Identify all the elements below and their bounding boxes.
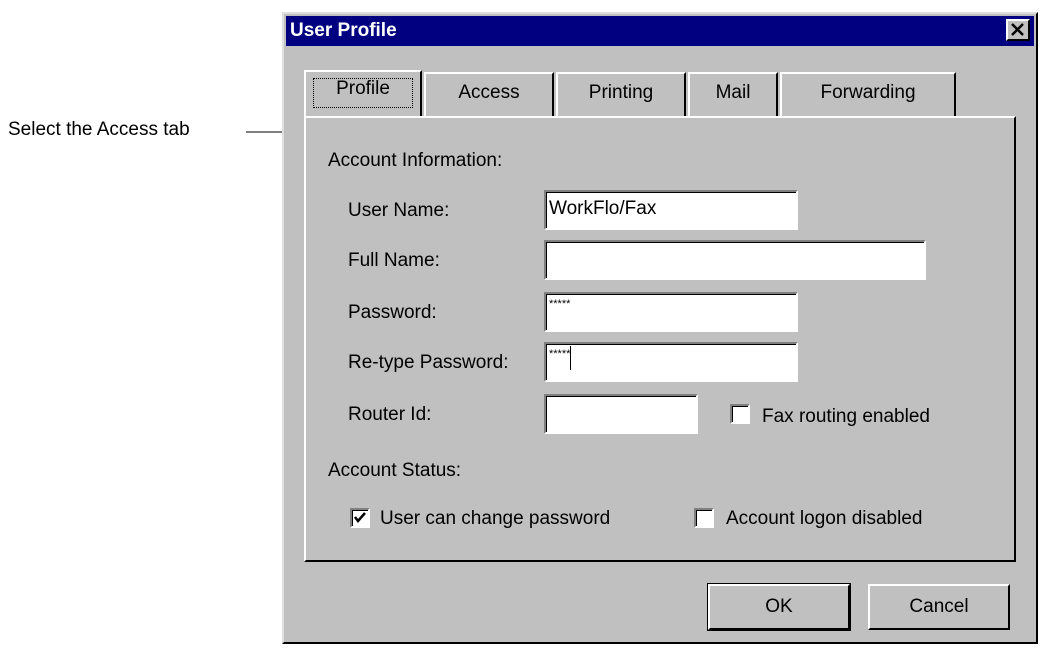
checkmark-icon	[354, 512, 366, 523]
user-profile-dialog: User Profile Profile Access Printing Mai…	[282, 12, 1038, 644]
account-logon-disabled-label: Account logon disabled	[726, 508, 923, 529]
title-bar: User Profile	[286, 16, 1034, 46]
user-name-label: User Name:	[348, 200, 450, 221]
cancel-button[interactable]: Cancel	[868, 584, 1010, 630]
profile-tab-panel: Account Information: User Name: WorkFlo/…	[304, 116, 1016, 562]
tab-printing[interactable]: Printing	[556, 72, 686, 116]
retype-password-mask: *****	[549, 348, 571, 360]
ok-button[interactable]: OK	[707, 583, 851, 631]
password-field[interactable]: *****	[544, 292, 798, 332]
account-logon-disabled-checkbox[interactable]	[694, 508, 714, 528]
user-can-change-password-label: User can change password	[380, 508, 611, 529]
account-information-heading: Account Information:	[328, 150, 503, 171]
tab-label: Profile	[336, 78, 390, 99]
retype-password-label: Re-type Password:	[348, 352, 509, 373]
fax-routing-checkbox[interactable]	[730, 404, 750, 424]
tab-forwarding[interactable]: Forwarding	[780, 72, 956, 116]
user-name-field[interactable]: WorkFlo/Fax	[544, 190, 798, 230]
tab-mail[interactable]: Mail	[688, 72, 778, 116]
tab-label: Forwarding	[820, 82, 916, 103]
fax-routing-label: Fax routing enabled	[762, 406, 930, 427]
user-can-change-password-checkbox[interactable]	[350, 508, 370, 528]
close-icon	[1011, 23, 1024, 36]
dialog-title: User Profile	[290, 20, 397, 41]
router-id-label: Router Id:	[348, 404, 432, 425]
tab-label: Mail	[715, 82, 751, 103]
close-button[interactable]	[1006, 19, 1030, 41]
full-name-field[interactable]	[544, 240, 926, 280]
tab-label: Printing	[588, 82, 654, 103]
retype-password-field[interactable]: *****	[544, 342, 798, 382]
tab-profile[interactable]: Profile	[304, 70, 422, 118]
full-name-label: Full Name:	[348, 250, 440, 271]
text-caret	[570, 346, 572, 370]
password-mask: *****	[549, 298, 571, 310]
router-id-field[interactable]	[544, 394, 698, 434]
password-label: Password:	[348, 302, 437, 323]
tab-access[interactable]: Access	[424, 72, 554, 116]
account-status-heading: Account Status:	[328, 460, 462, 481]
tab-label: Access	[458, 82, 520, 103]
